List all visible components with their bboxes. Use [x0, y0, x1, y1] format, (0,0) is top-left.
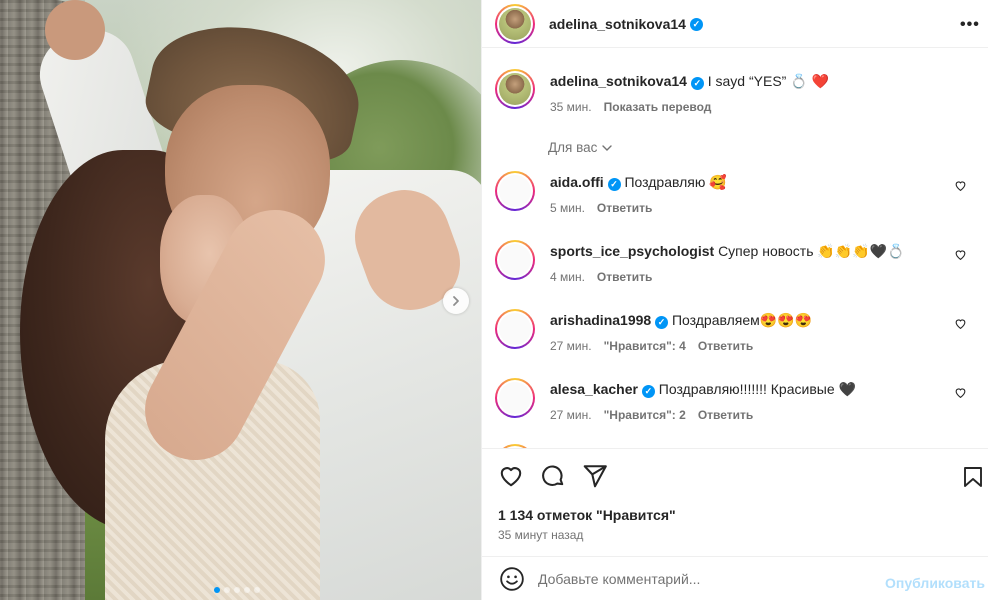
author-username-link[interactable]: adelina_sotnikova14 ✓ — [549, 16, 703, 32]
photo-man-hand — [45, 0, 105, 60]
comment-time[interactable]: 27 мин. — [550, 339, 592, 353]
comment-like-heart-icon[interactable] — [954, 317, 967, 330]
comment-line: aida.offi ✓ Поздравляю 🥰 — [550, 174, 727, 191]
post-side-panel: adelina_sotnikova14 ✓ ••• adelina_sotnik… — [481, 0, 988, 600]
comment-like-heart-icon[interactable] — [954, 386, 967, 399]
author-avatar[interactable] — [495, 4, 535, 44]
comment-time[interactable]: 4 мин. — [550, 270, 585, 284]
add-comment-bar: Опубликовать — [482, 556, 988, 600]
verified-badge-icon: ✓ — [689, 17, 703, 31]
caption-line: adelina_sotnikova14 ✓ I sayd “YES” 💍 ❤️ — [550, 73, 829, 90]
comment-time[interactable]: 27 мин. — [550, 408, 592, 422]
post-actions: 1 134 отметок "Нравится" 35 минут назад — [482, 448, 988, 556]
caption-avatar[interactable] — [495, 69, 535, 109]
comment-meta: 27 мин. "Нравится": 2 Ответить — [550, 408, 753, 422]
comment-username[interactable]: arishadina1998 — [550, 312, 651, 328]
comment-likes-count[interactable]: "Нравится": 4 — [604, 339, 686, 353]
show-translation-link[interactable]: Показать перевод — [604, 100, 712, 114]
for-you-label: Для вас — [548, 140, 598, 155]
carousel-dot — [254, 587, 260, 593]
verified-badge-icon: ✓ — [655, 316, 669, 329]
carousel-dot — [214, 587, 220, 593]
reply-button[interactable]: Ответить — [597, 270, 652, 284]
comment-text: Супер новость 👏👏👏🖤💍 — [718, 243, 905, 259]
commenter-avatar[interactable] — [495, 171, 535, 211]
comment-username[interactable]: sports_ice_psychologist — [550, 243, 714, 259]
comment-bubble-icon[interactable] — [540, 463, 566, 489]
commenter-avatar[interactable] — [495, 309, 535, 349]
comment-username[interactable]: alesa_kacher — [550, 381, 638, 397]
reply-button[interactable]: Ответить — [597, 201, 652, 215]
carousel-dot — [224, 587, 230, 593]
comment-line: arishadina1998 ✓ Поздравляем😍😍😍 — [550, 312, 812, 329]
comment-like-heart-icon[interactable] — [954, 179, 967, 192]
comments-list[interactable]: adelina_sotnikova14 ✓ I sayd “YES” 💍 ❤️ … — [482, 56, 988, 448]
comment-input[interactable] — [538, 567, 878, 591]
post-photo[interactable] — [0, 0, 481, 600]
comment-item: sports_ice_psychologist Супер новость 👏👏… — [495, 238, 975, 298]
author-username[interactable]: adelina_sotnikova14 — [549, 16, 686, 32]
next-image-button[interactable] — [443, 288, 469, 314]
post-header: adelina_sotnikova14 ✓ ••• — [482, 0, 988, 48]
post-timestamp[interactable]: 35 минут назад — [498, 528, 583, 542]
comment-meta: 4 мин. Ответить — [550, 270, 652, 284]
comment-text: Поздравляю!!!!!!! Красивые 🖤 — [658, 381, 856, 397]
comment-time[interactable]: 5 мин. — [550, 201, 585, 215]
comment-text: Поздравляю 🥰 — [624, 174, 727, 190]
comment-item: aida.offi ✓ Поздравляю 🥰 5 мин. Ответить — [495, 169, 975, 229]
verified-badge-icon: ✓ — [690, 77, 704, 90]
comment-item: arishadina1998 ✓ Поздравляем😍😍😍 27 мин. … — [495, 307, 975, 367]
reply-button[interactable]: Ответить — [698, 408, 753, 422]
comment-likes-count[interactable]: "Нравится": 2 — [604, 408, 686, 422]
comment-line: sports_ice_psychologist Супер новость 👏👏… — [550, 243, 905, 260]
reply-button[interactable]: Ответить — [698, 339, 753, 353]
comment-text: Поздравляем😍😍😍 — [671, 312, 813, 328]
comment-like-heart-icon[interactable] — [954, 248, 967, 261]
likes-count[interactable]: 1 134 отметок "Нравится" — [498, 507, 676, 523]
carousel-dots — [214, 587, 260, 593]
comment-meta: 27 мин. "Нравится": 4 Ответить — [550, 339, 753, 353]
share-paper-plane-icon[interactable] — [582, 463, 608, 489]
verified-badge-icon: ✓ — [641, 385, 655, 398]
caption-time[interactable]: 35 мин. — [550, 100, 592, 114]
like-heart-icon[interactable] — [498, 463, 524, 489]
comment-username[interactable]: aida.offi — [550, 174, 604, 190]
chevron-right-icon — [453, 296, 459, 306]
carousel-dot — [244, 587, 250, 593]
commenter-avatar[interactable] — [495, 240, 535, 280]
more-options-icon[interactable]: ••• — [960, 16, 980, 34]
caption-username[interactable]: adelina_sotnikova14 — [550, 73, 687, 89]
chevron-down-icon — [602, 144, 613, 151]
for-you-filter[interactable]: Для вас — [548, 140, 613, 155]
comment-line: alesa_kacher ✓ Поздравляю!!!!!!! Красивы… — [550, 381, 856, 398]
carousel-dot — [234, 587, 240, 593]
caption-meta: 35 мин. Показать перевод — [550, 100, 711, 114]
comment-meta: 5 мин. Ответить — [550, 201, 652, 215]
emoji-smiley-icon[interactable] — [499, 566, 525, 592]
comment-item: alesa_kacher ✓ Поздравляю!!!!!!! Красивы… — [495, 376, 975, 436]
bookmark-icon[interactable] — [961, 464, 985, 490]
publish-button[interactable]: Опубликовать — [885, 575, 985, 591]
verified-badge-icon: ✓ — [607, 178, 621, 191]
caption-text: I sayd “YES” 💍 ❤️ — [707, 73, 829, 89]
commenter-avatar[interactable] — [495, 378, 535, 418]
